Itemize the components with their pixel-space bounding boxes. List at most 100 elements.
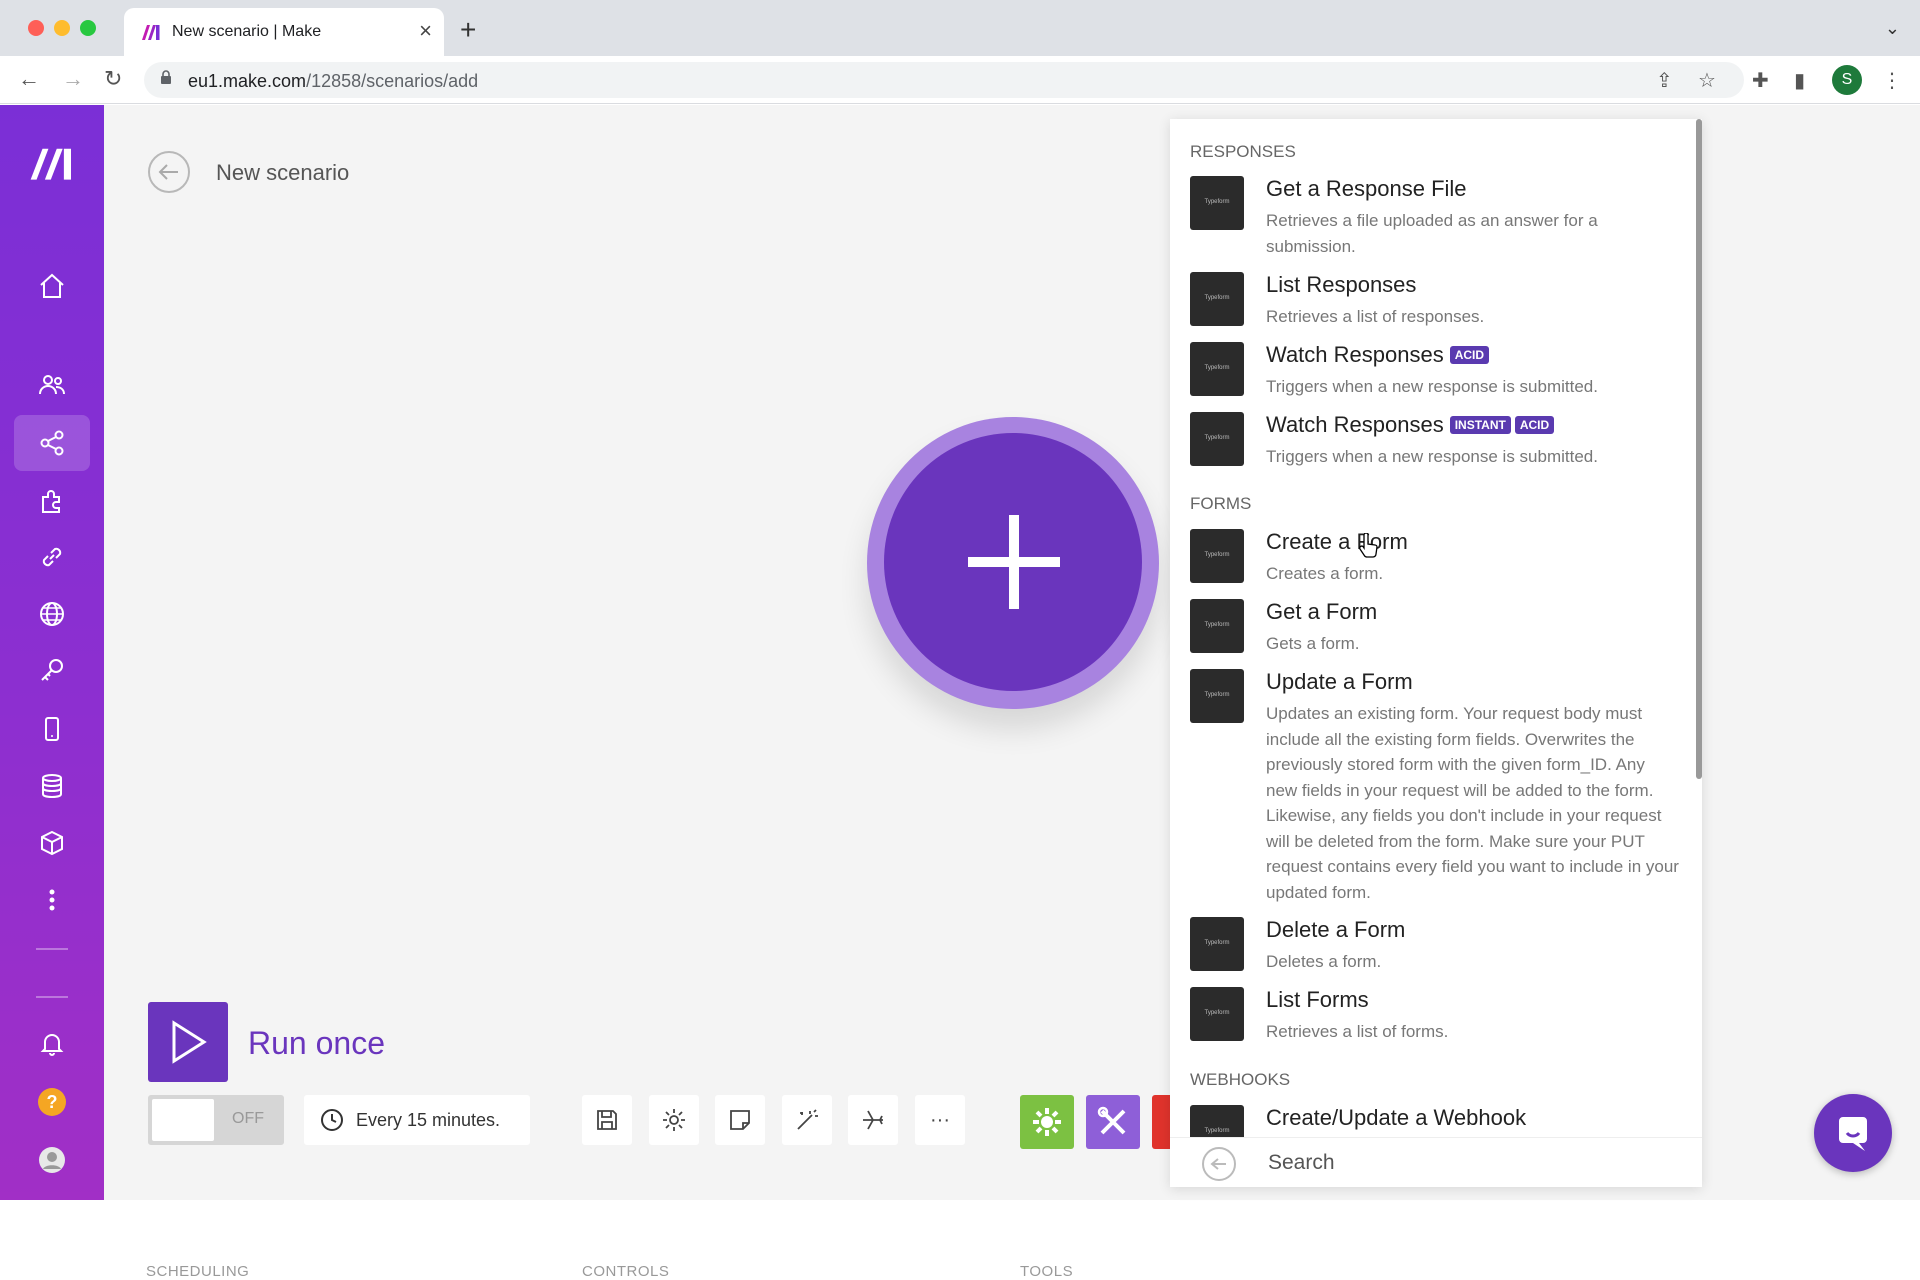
close-tab-icon[interactable]: × xyxy=(419,18,432,44)
url-text: eu1.make.com/12858/scenarios/add xyxy=(188,71,478,92)
help-icon[interactable]: ? xyxy=(14,1074,90,1130)
make-logo-icon[interactable] xyxy=(14,135,90,191)
note-icon xyxy=(730,1110,750,1130)
pointer-cursor-icon xyxy=(1359,533,1378,558)
tools-utilities-button[interactable] xyxy=(1086,1095,1140,1149)
typeform-logo-icon: Typeform xyxy=(1190,917,1244,971)
module-item[interactable]: Typeform Create a Form Creates a form. xyxy=(1190,529,1680,589)
module-item[interactable]: Typeform List Forms Retrieves a list of … xyxy=(1190,987,1680,1047)
group-heading-forms: FORMS xyxy=(1190,494,1252,513)
module-title: Update a Form xyxy=(1266,669,1413,694)
module-title-row: Watch Responses ACID xyxy=(1266,342,1490,368)
help-chat-button[interactable] xyxy=(1814,1094,1892,1172)
schedule-settings-button[interactable]: Every 15 minutes. xyxy=(304,1095,530,1145)
module-item[interactable]: Typeform List Responses Retrieves a list… xyxy=(1190,272,1680,332)
templates-icon[interactable] xyxy=(14,472,90,528)
tab-search-chevron-icon[interactable]: ⌄ xyxy=(1885,18,1900,39)
run-once-button[interactable] xyxy=(148,1002,228,1082)
address-bar[interactable]: eu1.make.com/12858/scenarios/add xyxy=(144,62,1744,98)
logo-text: Typeform xyxy=(1204,365,1230,371)
module-item[interactable]: Typeform Get a Form Gets a form. xyxy=(1190,599,1680,659)
close-window-button[interactable] xyxy=(28,20,44,36)
share-icon[interactable]: ⇪ xyxy=(1656,68,1673,93)
team-icon[interactable] xyxy=(14,357,90,413)
panel-scrollbar[interactable] xyxy=(1696,119,1702,779)
minimize-window-button[interactable] xyxy=(54,20,70,36)
more-controls-button[interactable]: ··· xyxy=(915,1095,965,1145)
module-title: Create a Form xyxy=(1266,529,1408,554)
make-favicon-icon xyxy=(142,25,160,40)
extensions-icon[interactable]: ✚ xyxy=(1752,68,1769,93)
maximize-window-button[interactable] xyxy=(80,20,96,36)
forward-arrow-icon[interactable]: → xyxy=(62,66,84,92)
more-icon[interactable] xyxy=(14,872,90,928)
module-item[interactable]: Typeform Create/Update a Webhook xyxy=(1190,1105,1680,1137)
module-item[interactable]: Typeform Watch Responses ACID Triggers wh… xyxy=(1190,342,1680,402)
module-desc: Updates an existing form. Your request b… xyxy=(1266,704,1679,902)
keys-icon[interactable] xyxy=(14,643,90,699)
logo-text: Typeform xyxy=(1204,1128,1230,1134)
typeform-logo-icon: Typeform xyxy=(1190,272,1244,326)
airplane-icon xyxy=(863,1110,883,1130)
explain-flow-button[interactable] xyxy=(848,1095,898,1145)
module-list[interactable]: RESPONSES Typeform Get a Response File R… xyxy=(1170,119,1702,1137)
notifications-icon[interactable] xyxy=(14,1015,90,1071)
devices-icon[interactable] xyxy=(14,701,90,757)
typeform-logo-icon: Typeform xyxy=(1190,529,1244,583)
sidebar-divider xyxy=(36,996,68,998)
tools-flow-control-button[interactable] xyxy=(1020,1095,1074,1149)
browser-tab[interactable]: New scenario | Make × xyxy=(124,8,444,56)
module-item[interactable]: Typeform Watch Responses INSTANT ACID Trig… xyxy=(1190,412,1680,472)
sidebar-divider xyxy=(36,948,68,950)
back-button[interactable] xyxy=(148,151,190,193)
webhooks-icon[interactable] xyxy=(14,586,90,642)
controls-section-label: CONTROLS xyxy=(582,1263,670,1280)
magic-wand-icon xyxy=(797,1109,818,1130)
save-icon xyxy=(597,1110,617,1130)
scenarios-icon[interactable] xyxy=(14,415,90,471)
module-item[interactable]: Typeform Update a Form Updates an existi… xyxy=(1190,669,1680,902)
browser-menu-icon[interactable]: ⋮ xyxy=(1882,68,1902,93)
module-title: Create/Update a Webhook xyxy=(1266,1105,1527,1130)
save-button[interactable] xyxy=(582,1095,632,1145)
module-title: Get a Response File xyxy=(1266,176,1467,201)
module-item[interactable]: Typeform Delete a Form Deletes a form. xyxy=(1190,917,1680,977)
back-arrow-icon[interactable]: ← xyxy=(18,66,40,92)
bookmark-star-icon[interactable]: ☆ xyxy=(1698,68,1716,93)
gear-icon xyxy=(1033,1108,1061,1136)
panel-back-button[interactable] xyxy=(1202,1147,1236,1181)
tools-section-label: TOOLS xyxy=(1020,1263,1074,1280)
instant-badge: INSTANT xyxy=(1449,416,1511,434)
logo-text: Typeform xyxy=(1204,435,1230,441)
notes-button[interactable] xyxy=(715,1095,765,1145)
side-panel-icon[interactable]: ▮ xyxy=(1794,68,1805,93)
plus-icon-v xyxy=(1009,515,1019,609)
connections-icon[interactable] xyxy=(14,529,90,585)
module-item[interactable]: Typeform Get a Response File Retrieves a… xyxy=(1190,176,1680,266)
auto-align-button[interactable] xyxy=(782,1095,832,1145)
datastructures-icon[interactable] xyxy=(14,815,90,871)
module-desc: Retrieves a list of responses. xyxy=(1266,307,1485,326)
scheduling-toggle[interactable]: OFF xyxy=(148,1095,284,1145)
module-desc: Gets a form. xyxy=(1266,634,1360,653)
new-tab-icon[interactable]: + xyxy=(460,14,476,46)
home-icon[interactable] xyxy=(14,258,90,314)
module-desc: Triggers when a new response is submitte… xyxy=(1266,377,1598,396)
add-module-button[interactable] xyxy=(884,433,1142,691)
module-title: Delete a Form xyxy=(1266,917,1406,942)
typeform-logo-icon: Typeform xyxy=(1190,342,1244,396)
logo-text: Typeform xyxy=(1204,199,1230,205)
clock-icon xyxy=(321,1109,343,1131)
toggle-knob xyxy=(152,1099,214,1141)
run-once-label[interactable]: Run once xyxy=(248,1025,385,1062)
profile-avatar[interactable]: S xyxy=(1832,65,1862,95)
help-glyph: ? xyxy=(38,1088,66,1116)
datastores-icon[interactable] xyxy=(14,758,90,814)
scenario-settings-button[interactable] xyxy=(649,1095,699,1145)
module-desc: Retrieves a file uploaded as an answer f… xyxy=(1266,211,1598,256)
module-search-input[interactable] xyxy=(1268,1148,1668,1178)
typeform-logo-icon: Typeform xyxy=(1190,987,1244,1041)
profile-icon[interactable] xyxy=(14,1132,90,1188)
url-host: eu1.make.com xyxy=(188,71,307,91)
reload-icon[interactable]: ↻ xyxy=(104,66,122,92)
